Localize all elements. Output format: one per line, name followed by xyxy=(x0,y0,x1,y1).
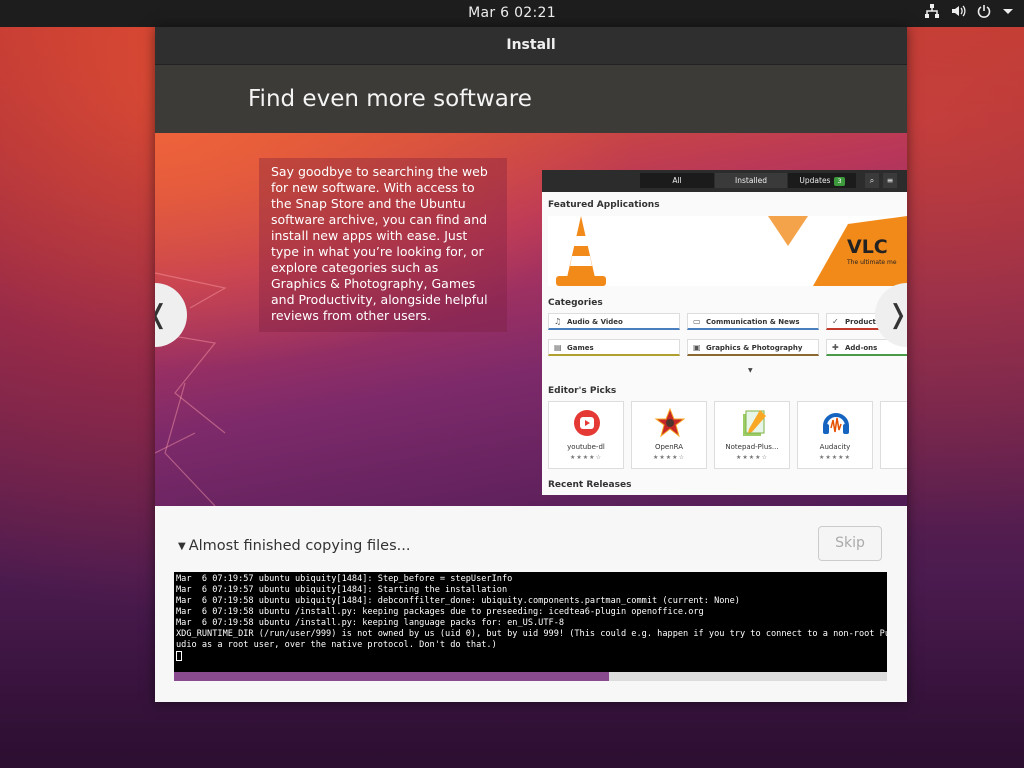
tab-all: All xyxy=(640,173,714,188)
category-games: ▤ Games xyxy=(548,339,680,356)
power-icon[interactable] xyxy=(976,3,992,19)
clock[interactable]: Mar 6 02:21 xyxy=(0,5,1024,21)
log-line: Mar 6 07:19:57 ubuntu ubiquity[1484]: St… xyxy=(176,574,513,584)
log-line: Mar 6 07:19:58 ubuntu /install.py: keepi… xyxy=(176,607,704,617)
category-label: Graphics & Photography xyxy=(706,344,803,352)
pick-partial xyxy=(880,401,907,469)
system-tray[interactable] xyxy=(924,3,1014,19)
category-audio-video: ♫ Audio & Video xyxy=(548,313,680,330)
pick-stars: ★★★★☆ xyxy=(736,454,768,461)
category-communication: ▭ Communication & News xyxy=(687,313,819,330)
menu-arrow-icon[interactable] xyxy=(1002,3,1014,19)
banner-subtitle: The ultimate me xyxy=(847,259,897,266)
log-line: Mar 6 07:19:58 ubuntu ubiquity[1484]: de… xyxy=(176,596,740,606)
tab-updates: Updates 3 xyxy=(788,173,856,188)
slideshow: Say goodbye to searching the web for new… xyxy=(155,133,907,506)
progress-fill xyxy=(174,672,609,681)
image-icon: ▣ xyxy=(693,343,701,352)
category-label: Games xyxy=(567,344,594,352)
notepad-plus-icon xyxy=(743,410,766,436)
pick-name: OpenRA xyxy=(654,443,684,451)
productivity-icon: ✓ xyxy=(832,317,839,326)
editors-picks-heading: Editor's Picks xyxy=(548,386,617,396)
games-icon: ▤ xyxy=(554,343,562,352)
pick-name: youtube-dl xyxy=(567,443,605,451)
progress-bar xyxy=(174,672,887,681)
skip-button[interactable]: Skip xyxy=(818,526,882,561)
youtube-dl-icon xyxy=(574,410,600,436)
pick-youtube-dl: youtube-dl ★★★★☆ xyxy=(548,401,624,469)
slide-title: Find even more software xyxy=(155,65,907,133)
category-label: Communication & News xyxy=(706,318,800,326)
recent-releases-heading: Recent Releases xyxy=(548,480,632,490)
install-log[interactable]: Mar 6 07:19:57 ubuntu ubiquity[1484]: St… xyxy=(174,572,887,672)
volume-icon[interactable] xyxy=(950,3,966,19)
category-label: Audio & Video xyxy=(567,318,623,326)
tab-updates-label: Updates xyxy=(799,176,831,185)
category-label: Producti xyxy=(845,318,879,326)
log-line: XDG_RUNTIME_DIR (/run/user/999) is not o… xyxy=(176,629,887,639)
pick-stars: ★★★★☆ xyxy=(653,454,685,461)
text-cursor xyxy=(176,651,182,661)
slide-description: Say goodbye to searching the web for new… xyxy=(259,158,507,332)
log-line: Mar 6 07:19:58 ubuntu /install.py: keepi… xyxy=(176,618,565,628)
top-bar: Mar 6 02:21 xyxy=(0,0,1024,27)
software-screenshot: All Installed Updates 3 ⌕ ≡ Featured Appl… xyxy=(542,170,907,495)
pick-stars: ★★★★☆ xyxy=(570,454,602,461)
pick-name: Notepad-Plus... xyxy=(725,443,779,451)
expand-arrow-icon: ▼ xyxy=(748,367,753,374)
pick-openra: OpenRA ★★★★☆ xyxy=(631,401,707,469)
category-label: Add-ons xyxy=(845,344,878,352)
pick-stars: ★★★★★ xyxy=(819,454,851,461)
log-line: udio as a root user, over the native pro… xyxy=(176,640,497,650)
network-icon[interactable] xyxy=(924,3,940,19)
log-line: Mar 6 07:19:57 ubuntu ubiquity[1484]: St… xyxy=(176,585,508,595)
openra-icon xyxy=(655,408,685,438)
audacity-icon xyxy=(823,413,849,434)
pick-name: Audacity xyxy=(819,443,851,451)
search-icon: ⌕ xyxy=(865,173,879,188)
tab-installed: Installed xyxy=(715,173,787,188)
installer-window: Install Find even more software Say good… xyxy=(155,27,907,702)
chat-icon: ▭ xyxy=(693,317,701,326)
install-status[interactable]: ▼ Almost finished copying files... xyxy=(178,538,410,554)
status-text: Almost finished copying files... xyxy=(188,538,411,554)
puzzle-icon: ✚ xyxy=(832,343,839,352)
category-graphics: ▣ Graphics & Photography xyxy=(687,339,819,356)
updates-badge: 3 xyxy=(834,177,845,186)
pick-audacity: Audacity ★★★★★ xyxy=(797,401,873,469)
log-cursor xyxy=(176,651,885,663)
featured-heading: Featured Applications xyxy=(548,200,660,210)
expander-arrow-icon[interactable]: ▼ xyxy=(178,541,186,552)
categories-heading: Categories xyxy=(548,298,603,308)
banner-title: VLC xyxy=(847,236,888,258)
window-title: Install xyxy=(155,27,907,65)
pick-notepad-plus: Notepad-Plus... ★★★★☆ xyxy=(714,401,790,469)
hamburger-icon: ≡ xyxy=(883,173,897,188)
music-note-icon: ♫ xyxy=(554,317,562,326)
screenshot-toolbar: All Installed Updates 3 ⌕ ≡ xyxy=(542,170,907,192)
